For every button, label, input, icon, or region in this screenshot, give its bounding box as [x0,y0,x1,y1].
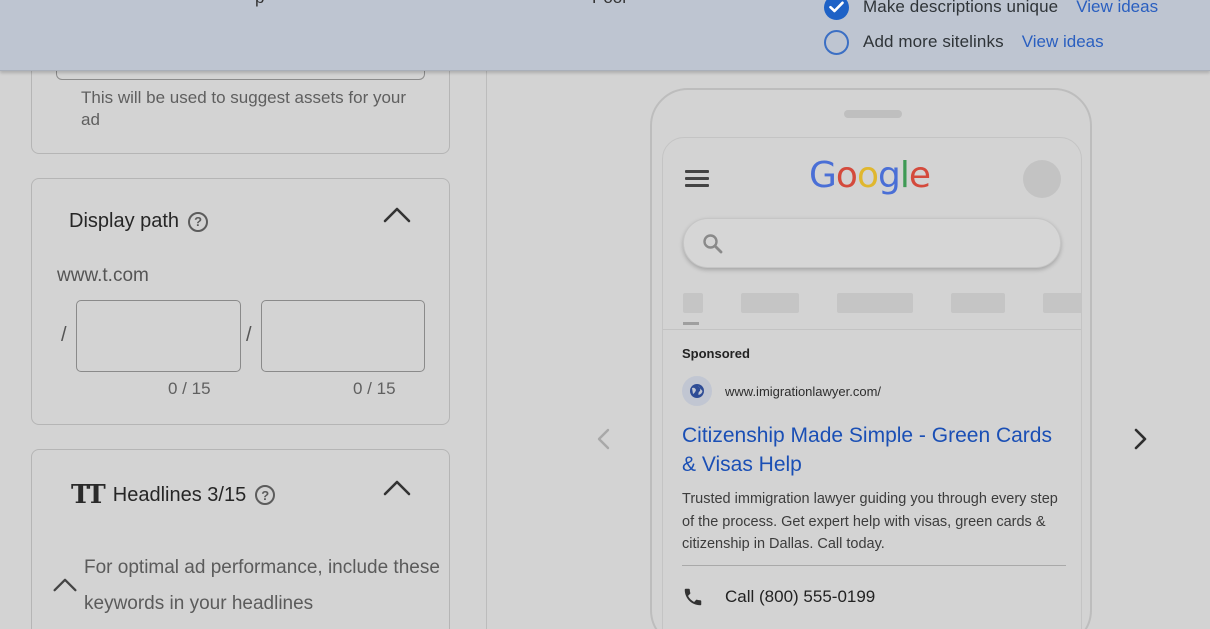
unchecked-circle-icon[interactable] [824,29,849,55]
headlines-heading: Headlines 3/15 [112,483,247,506]
display-path-heading: Display path [69,210,180,232]
clipped-text-left: p [255,0,264,8]
suggestion-make-descriptions-unique[interactable]: Make descriptions unique View ideas [824,0,1158,20]
sponsored-label: Sponsored [682,346,750,361]
chevron-up-icon[interactable] [382,205,412,225]
menu-icon [685,170,709,188]
logo-letter: l [899,155,910,196]
placeholder-chip [741,293,799,313]
display-domain: www.t.com [57,265,149,286]
phone-screen: Google Sponsored www.imigrationlawyer.co… [662,137,1082,629]
logo-letter: e [908,155,931,196]
ad-divider [682,565,1066,566]
placeholder-chip [837,293,913,313]
column-divider [486,71,487,629]
active-tab-indicator [683,322,699,325]
ad-description: Trusted immigration lawyer guiding you t… [682,491,1058,552]
suggestion-label: Make descriptions unique [863,0,1059,16]
path-separator: / [246,324,252,346]
suggestions-bar: p Poor Make descriptions unique View ide… [0,0,1210,71]
phone-preview: Google Sponsored www.imigrationlawyer.co… [650,88,1092,629]
phone-speaker [844,110,902,118]
avatar [1023,160,1061,198]
keyword-hint: For optimal ad performance, include thes… [84,557,440,614]
helper-text: This will be used to suggest assets for … [81,88,407,129]
view-ideas-link[interactable]: View ideas [1076,0,1158,17]
logo-letter: g [877,155,901,196]
view-ideas-link[interactable]: View ideas [1022,32,1104,52]
search-bar [683,218,1061,268]
display-path-card: Display path ? www.t.com / 0 / 15 / 0 / … [31,178,450,425]
previous-arrow-icon[interactable] [596,428,612,450]
text-size-icon: TT [71,480,106,510]
ad-headline: Citizenship Made Simple - Green Cards & … [682,424,1052,476]
placeholder-chip [683,293,703,313]
next-arrow-icon[interactable] [1132,428,1148,450]
path1-counter: 0 / 15 [168,379,211,398]
ad-display-url: www.imigrationlawyer.com/ [725,384,882,399]
display-path-title: Display path ? [69,210,209,233]
phone-icon [684,588,702,606]
header-divider [663,329,1081,330]
path2-input[interactable] [261,300,425,372]
google-logo: Google [809,155,931,196]
checked-circle-icon[interactable] [824,0,849,20]
logo-letter: o [856,155,879,196]
logo-letter: G [809,155,837,196]
headlines-card: TT Headlines 3/15 ? For optimal ad perfo… [31,449,450,629]
help-icon[interactable]: ? [188,211,209,232]
ad-strength-text: Poor [592,0,628,8]
placeholder-chip [1043,293,1081,313]
chevron-up-icon[interactable] [382,478,412,498]
placeholder-chip [951,293,1005,313]
search-icon [703,234,723,254]
call-number: Call (800) 555-0199 [725,587,876,606]
path2-counter: 0 / 15 [353,379,396,398]
path1-input[interactable] [76,300,241,372]
path-separator: / [61,324,67,346]
logo-letter: o [835,155,858,196]
call-extension: Call (800) 555-0199 [682,586,875,608]
globe-icon [682,376,712,406]
headlines-title: TT Headlines 3/15 ? [71,480,276,510]
suggestion-add-more-sitelinks[interactable]: Add more sitelinks View ideas [824,29,1104,55]
help-icon[interactable]: ? [255,485,276,505]
chevron-up-icon[interactable] [52,576,78,594]
suggestion-label: Add more sitelinks [863,32,1004,51]
